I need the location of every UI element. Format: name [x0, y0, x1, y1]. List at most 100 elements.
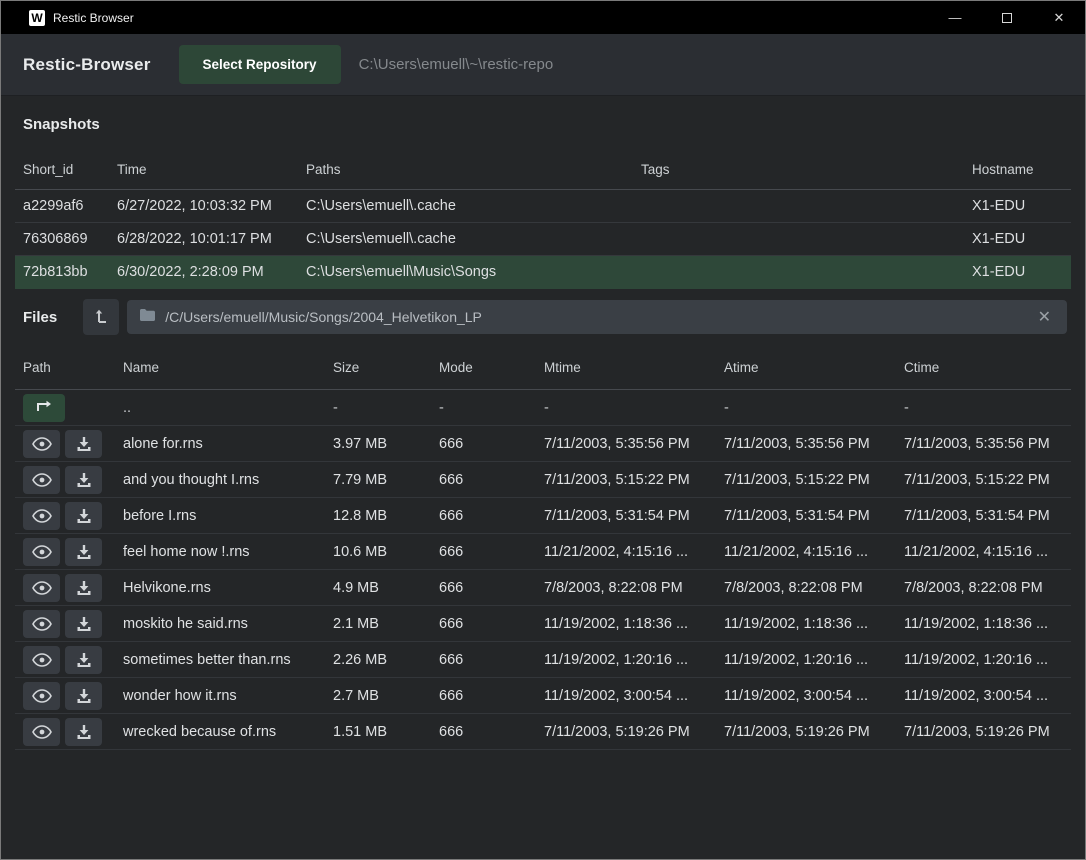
window-title: Restic Browser	[53, 11, 134, 25]
select-repository-button[interactable]: Select Repository	[179, 45, 341, 84]
eye-icon	[32, 509, 52, 523]
file-mtime: -	[544, 400, 724, 416]
file-mtime: 11/21/2002, 4:15:16 ...	[544, 544, 724, 560]
preview-file-button[interactable]	[23, 502, 60, 530]
snapshot-paths: C:\Users\emuell\.cache	[306, 231, 641, 247]
column-header-name: Name	[123, 360, 333, 375]
file-mode: 666	[439, 652, 544, 668]
column-header-tags: Tags	[641, 162, 972, 177]
app-title: Restic-Browser	[23, 55, 151, 75]
file-ctime: 7/8/2003, 8:22:08 PM	[904, 580, 1071, 596]
eye-icon	[32, 545, 52, 559]
path-breadcrumb[interactable]: /C/Users/emuell/Music/Songs/2004_Helveti…	[127, 300, 1067, 334]
file-ctime: 7/11/2003, 5:19:26 PM	[904, 724, 1071, 740]
file-mode: -	[439, 400, 544, 416]
file-row[interactable]: wonder how it.rns2.7 MB66611/19/2002, 3:…	[15, 678, 1071, 714]
file-size: -	[333, 400, 439, 416]
eye-icon	[32, 725, 52, 739]
files-bar: Files /C/Users/emuell/Music/Songs/2004_H…	[1, 289, 1085, 345]
download-icon	[76, 544, 92, 560]
download-file-button[interactable]	[65, 610, 102, 638]
breadcrumb-path: /C/Users/emuell/Music/Songs/2004_Helveti…	[165, 309, 1033, 325]
file-size: 10.6 MB	[333, 544, 439, 560]
repository-path: C:\Users\emuell\~\restic-repo	[359, 56, 554, 73]
file-atime: 11/19/2002, 3:00:54 ...	[724, 688, 904, 704]
column-header-paths: Paths	[306, 162, 641, 177]
download-file-button[interactable]	[65, 538, 102, 566]
download-file-button[interactable]	[65, 646, 102, 674]
file-atime: 7/11/2003, 5:15:22 PM	[724, 472, 904, 488]
file-row[interactable]: alone for.rns3.97 MB6667/11/2003, 5:35:5…	[15, 426, 1071, 462]
level-up-button[interactable]	[83, 299, 119, 335]
file-row[interactable]: before I.rns12.8 MB6667/11/2003, 5:31:54…	[15, 498, 1071, 534]
file-name: before I.rns	[123, 508, 333, 524]
download-icon	[76, 616, 92, 632]
snapshots-table: Short_id Time Paths Tags Hostname a2299a…	[15, 149, 1071, 289]
file-row[interactable]: feel home now !.rns10.6 MB66611/21/2002,…	[15, 534, 1071, 570]
parent-dir-row[interactable]: .. - - - - -	[15, 390, 1071, 426]
file-row[interactable]: wrecked because of.rns1.51 MB6667/11/200…	[15, 714, 1071, 750]
download-icon	[76, 508, 92, 524]
parent-dir-button[interactable]	[23, 394, 65, 422]
download-icon	[76, 688, 92, 704]
app-header: Restic-Browser Select Repository C:\User…	[1, 34, 1085, 96]
file-mtime: 11/19/2002, 1:20:16 ...	[544, 652, 724, 668]
snapshot-time: 6/28/2022, 10:01:17 PM	[117, 231, 306, 247]
clear-path-icon: ✕	[1038, 309, 1051, 326]
file-atime: -	[724, 400, 904, 416]
file-atime: 11/19/2002, 1:18:36 ...	[724, 616, 904, 632]
eye-icon	[32, 689, 52, 703]
preview-file-button[interactable]	[23, 718, 60, 746]
file-name: wrecked because of.rns	[123, 724, 333, 740]
column-header-size: Size	[333, 360, 439, 375]
file-mtime: 11/19/2002, 1:18:36 ...	[544, 616, 724, 632]
download-file-button[interactable]	[65, 502, 102, 530]
download-icon	[76, 580, 92, 596]
column-header-ctime: Ctime	[904, 360, 1071, 375]
file-row[interactable]: sometimes better than.rns2.26 MB66611/19…	[15, 642, 1071, 678]
snapshot-row[interactable]: 76306869 6/28/2022, 10:01:17 PM C:\Users…	[15, 223, 1071, 256]
eye-icon	[32, 617, 52, 631]
file-name: wonder how it.rns	[123, 688, 333, 704]
file-size: 2.26 MB	[333, 652, 439, 668]
file-ctime: 11/19/2002, 1:20:16 ...	[904, 652, 1071, 668]
file-atime: 7/11/2003, 5:19:26 PM	[724, 724, 904, 740]
download-file-button[interactable]	[65, 718, 102, 746]
file-mode: 666	[439, 616, 544, 632]
file-name: moskito he said.rns	[123, 616, 333, 632]
file-name: sometimes better than.rns	[123, 652, 333, 668]
preview-file-button[interactable]	[23, 466, 60, 494]
file-atime: 7/11/2003, 5:31:54 PM	[724, 508, 904, 524]
close-button[interactable]: ✕	[1033, 1, 1085, 34]
download-file-button[interactable]	[65, 430, 102, 458]
preview-file-button[interactable]	[23, 538, 60, 566]
download-file-button[interactable]	[65, 574, 102, 602]
file-atime: 11/19/2002, 1:20:16 ...	[724, 652, 904, 668]
minimize-button[interactable]: —	[929, 1, 981, 34]
file-row[interactable]: and you thought I.rns7.79 MB6667/11/2003…	[15, 462, 1071, 498]
column-header-mtime: Mtime	[544, 360, 724, 375]
file-row[interactable]: Helvikone.rns4.9 MB6667/8/2003, 8:22:08 …	[15, 570, 1071, 606]
column-header-time: Time	[117, 162, 306, 177]
snapshot-row-selected[interactable]: 72b813bb 6/30/2022, 2:28:09 PM C:\Users\…	[15, 256, 1071, 289]
snapshot-row[interactable]: a2299af6 6/27/2022, 10:03:32 PM C:\Users…	[15, 190, 1071, 223]
preview-file-button[interactable]	[23, 574, 60, 602]
download-file-button[interactable]	[65, 466, 102, 494]
maximize-button[interactable]	[981, 1, 1033, 34]
file-mtime: 7/8/2003, 8:22:08 PM	[544, 580, 724, 596]
clear-path-button[interactable]: ✕	[1034, 307, 1055, 327]
download-file-button[interactable]	[65, 682, 102, 710]
preview-file-button[interactable]	[23, 430, 60, 458]
preview-file-button[interactable]	[23, 646, 60, 674]
snapshot-hostname: X1-EDU	[972, 198, 1071, 214]
file-mode: 666	[439, 724, 544, 740]
preview-file-button[interactable]	[23, 682, 60, 710]
wails-logo-icon: W	[29, 10, 45, 26]
files-table: Path Name Size Mode Mtime Atime Ctime ..…	[15, 345, 1071, 750]
preview-file-button[interactable]	[23, 610, 60, 638]
file-ctime: 7/11/2003, 5:15:22 PM	[904, 472, 1071, 488]
file-mtime: 7/11/2003, 5:35:56 PM	[544, 436, 724, 452]
snapshots-table-header: Short_id Time Paths Tags Hostname	[15, 149, 1071, 190]
file-row[interactable]: moskito he said.rns2.1 MB66611/19/2002, …	[15, 606, 1071, 642]
file-name: and you thought I.rns	[123, 472, 333, 488]
